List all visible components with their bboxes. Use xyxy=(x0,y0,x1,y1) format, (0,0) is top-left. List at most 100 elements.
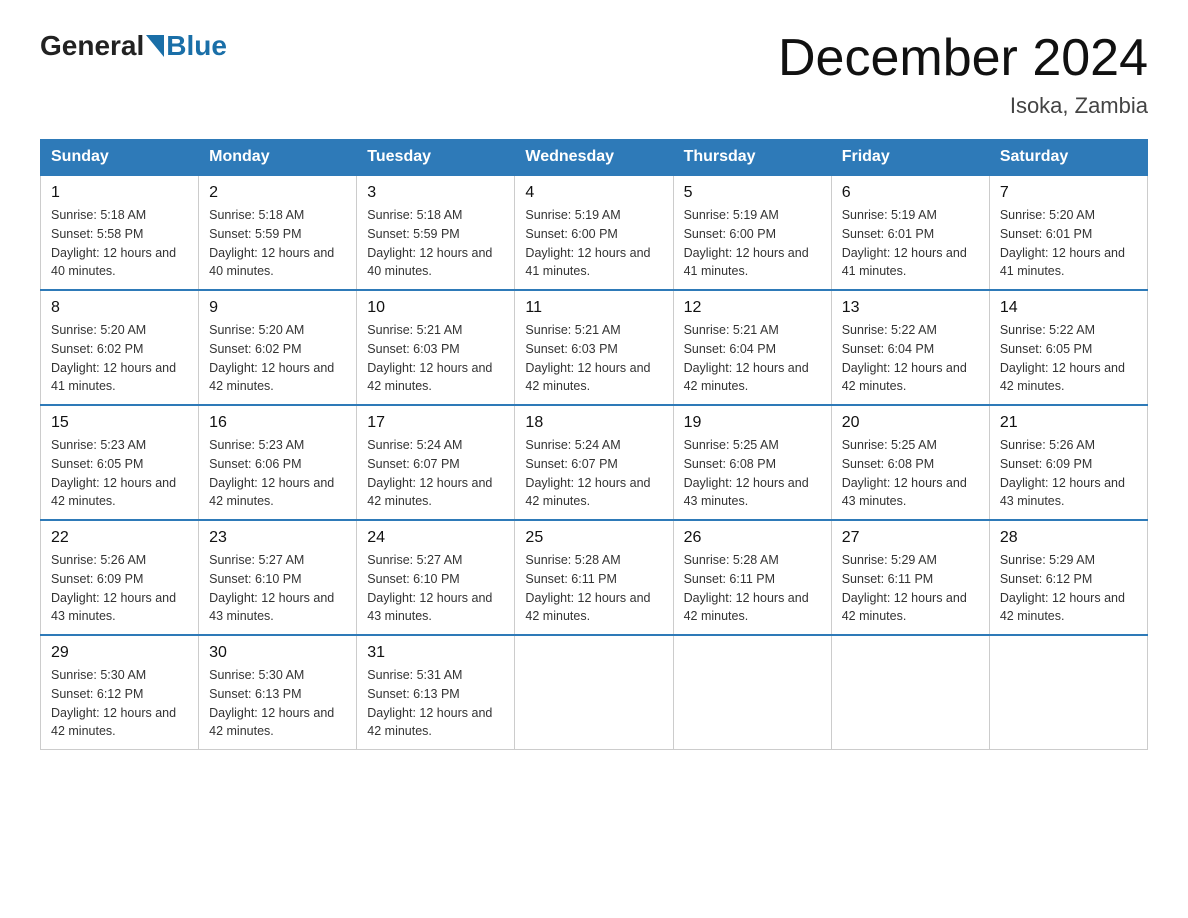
day-info: Sunrise: 5:18 AM Sunset: 5:59 PM Dayligh… xyxy=(209,206,346,281)
calendar-table: Sunday Monday Tuesday Wednesday Thursday… xyxy=(40,139,1148,750)
week-row-1: 1 Sunrise: 5:18 AM Sunset: 5:58 PM Dayli… xyxy=(41,175,1148,290)
calendar-cell: 20 Sunrise: 5:25 AM Sunset: 6:08 PM Dayl… xyxy=(831,405,989,520)
calendar-cell: 25 Sunrise: 5:28 AM Sunset: 6:11 PM Dayl… xyxy=(515,520,673,635)
day-number: 9 xyxy=(209,299,346,317)
calendar-cell: 28 Sunrise: 5:29 AM Sunset: 6:12 PM Dayl… xyxy=(989,520,1147,635)
day-info: Sunrise: 5:29 AM Sunset: 6:11 PM Dayligh… xyxy=(842,551,979,626)
day-number: 23 xyxy=(209,529,346,547)
day-number: 5 xyxy=(684,184,821,202)
day-info: Sunrise: 5:24 AM Sunset: 6:07 PM Dayligh… xyxy=(525,436,662,511)
calendar-cell: 17 Sunrise: 5:24 AM Sunset: 6:07 PM Dayl… xyxy=(357,405,515,520)
day-info: Sunrise: 5:20 AM Sunset: 6:02 PM Dayligh… xyxy=(209,321,346,396)
day-info: Sunrise: 5:26 AM Sunset: 6:09 PM Dayligh… xyxy=(51,551,188,626)
col-saturday: Saturday xyxy=(989,140,1147,176)
calendar-header-row: Sunday Monday Tuesday Wednesday Thursday… xyxy=(41,140,1148,176)
logo-blue-text: Blue xyxy=(166,30,227,62)
calendar-cell: 5 Sunrise: 5:19 AM Sunset: 6:00 PM Dayli… xyxy=(673,175,831,290)
calendar-cell: 8 Sunrise: 5:20 AM Sunset: 6:02 PM Dayli… xyxy=(41,290,199,405)
week-row-3: 15 Sunrise: 5:23 AM Sunset: 6:05 PM Dayl… xyxy=(41,405,1148,520)
calendar-cell: 23 Sunrise: 5:27 AM Sunset: 6:10 PM Dayl… xyxy=(199,520,357,635)
day-info: Sunrise: 5:19 AM Sunset: 6:01 PM Dayligh… xyxy=(842,206,979,281)
calendar-cell: 11 Sunrise: 5:21 AM Sunset: 6:03 PM Dayl… xyxy=(515,290,673,405)
day-info: Sunrise: 5:27 AM Sunset: 6:10 PM Dayligh… xyxy=(209,551,346,626)
week-row-5: 29 Sunrise: 5:30 AM Sunset: 6:12 PM Dayl… xyxy=(41,635,1148,750)
logo-general-text: General xyxy=(40,30,144,62)
calendar-cell: 7 Sunrise: 5:20 AM Sunset: 6:01 PM Dayli… xyxy=(989,175,1147,290)
calendar-cell: 14 Sunrise: 5:22 AM Sunset: 6:05 PM Dayl… xyxy=(989,290,1147,405)
calendar-cell: 18 Sunrise: 5:24 AM Sunset: 6:07 PM Dayl… xyxy=(515,405,673,520)
day-number: 16 xyxy=(209,414,346,432)
day-info: Sunrise: 5:29 AM Sunset: 6:12 PM Dayligh… xyxy=(1000,551,1137,626)
day-info: Sunrise: 5:26 AM Sunset: 6:09 PM Dayligh… xyxy=(1000,436,1137,511)
calendar-cell: 26 Sunrise: 5:28 AM Sunset: 6:11 PM Dayl… xyxy=(673,520,831,635)
calendar-cell: 10 Sunrise: 5:21 AM Sunset: 6:03 PM Dayl… xyxy=(357,290,515,405)
calendar-cell: 2 Sunrise: 5:18 AM Sunset: 5:59 PM Dayli… xyxy=(199,175,357,290)
col-sunday: Sunday xyxy=(41,140,199,176)
day-number: 19 xyxy=(684,414,821,432)
day-number: 1 xyxy=(51,184,188,202)
calendar-cell: 6 Sunrise: 5:19 AM Sunset: 6:01 PM Dayli… xyxy=(831,175,989,290)
day-number: 2 xyxy=(209,184,346,202)
day-number: 25 xyxy=(525,529,662,547)
day-info: Sunrise: 5:20 AM Sunset: 6:02 PM Dayligh… xyxy=(51,321,188,396)
col-tuesday: Tuesday xyxy=(357,140,515,176)
calendar-cell: 15 Sunrise: 5:23 AM Sunset: 6:05 PM Dayl… xyxy=(41,405,199,520)
day-info: Sunrise: 5:30 AM Sunset: 6:12 PM Dayligh… xyxy=(51,666,188,741)
calendar-cell: 24 Sunrise: 5:27 AM Sunset: 6:10 PM Dayl… xyxy=(357,520,515,635)
day-number: 18 xyxy=(525,414,662,432)
day-number: 6 xyxy=(842,184,979,202)
col-wednesday: Wednesday xyxy=(515,140,673,176)
week-row-4: 22 Sunrise: 5:26 AM Sunset: 6:09 PM Dayl… xyxy=(41,520,1148,635)
day-number: 17 xyxy=(367,414,504,432)
col-friday: Friday xyxy=(831,140,989,176)
day-info: Sunrise: 5:21 AM Sunset: 6:03 PM Dayligh… xyxy=(367,321,504,396)
logo-triangle-icon xyxy=(146,35,164,57)
day-number: 4 xyxy=(525,184,662,202)
calendar-cell: 4 Sunrise: 5:19 AM Sunset: 6:00 PM Dayli… xyxy=(515,175,673,290)
page-header: General Blue December 2024 Isoka, Zambia xyxy=(40,30,1148,119)
day-info: Sunrise: 5:22 AM Sunset: 6:05 PM Dayligh… xyxy=(1000,321,1137,396)
calendar-cell xyxy=(831,635,989,750)
day-info: Sunrise: 5:28 AM Sunset: 6:11 PM Dayligh… xyxy=(684,551,821,626)
day-info: Sunrise: 5:27 AM Sunset: 6:10 PM Dayligh… xyxy=(367,551,504,626)
day-number: 22 xyxy=(51,529,188,547)
month-title: December 2024 xyxy=(778,30,1148,87)
calendar-cell xyxy=(673,635,831,750)
day-info: Sunrise: 5:28 AM Sunset: 6:11 PM Dayligh… xyxy=(525,551,662,626)
calendar-cell: 9 Sunrise: 5:20 AM Sunset: 6:02 PM Dayli… xyxy=(199,290,357,405)
day-info: Sunrise: 5:24 AM Sunset: 6:07 PM Dayligh… xyxy=(367,436,504,511)
day-number: 20 xyxy=(842,414,979,432)
day-number: 29 xyxy=(51,644,188,662)
calendar-cell: 21 Sunrise: 5:26 AM Sunset: 6:09 PM Dayl… xyxy=(989,405,1147,520)
calendar-cell: 3 Sunrise: 5:18 AM Sunset: 5:59 PM Dayli… xyxy=(357,175,515,290)
calendar-cell: 31 Sunrise: 5:31 AM Sunset: 6:13 PM Dayl… xyxy=(357,635,515,750)
calendar-cell: 12 Sunrise: 5:21 AM Sunset: 6:04 PM Dayl… xyxy=(673,290,831,405)
calendar-cell: 13 Sunrise: 5:22 AM Sunset: 6:04 PM Dayl… xyxy=(831,290,989,405)
title-area: December 2024 Isoka, Zambia xyxy=(778,30,1148,119)
calendar-cell: 19 Sunrise: 5:25 AM Sunset: 6:08 PM Dayl… xyxy=(673,405,831,520)
day-info: Sunrise: 5:21 AM Sunset: 6:04 PM Dayligh… xyxy=(684,321,821,396)
day-number: 10 xyxy=(367,299,504,317)
day-info: Sunrise: 5:19 AM Sunset: 6:00 PM Dayligh… xyxy=(684,206,821,281)
day-number: 27 xyxy=(842,529,979,547)
day-number: 14 xyxy=(1000,299,1137,317)
day-number: 26 xyxy=(684,529,821,547)
calendar-cell: 30 Sunrise: 5:30 AM Sunset: 6:13 PM Dayl… xyxy=(199,635,357,750)
week-row-2: 8 Sunrise: 5:20 AM Sunset: 6:02 PM Dayli… xyxy=(41,290,1148,405)
day-info: Sunrise: 5:23 AM Sunset: 6:05 PM Dayligh… xyxy=(51,436,188,511)
day-info: Sunrise: 5:30 AM Sunset: 6:13 PM Dayligh… xyxy=(209,666,346,741)
day-info: Sunrise: 5:25 AM Sunset: 6:08 PM Dayligh… xyxy=(842,436,979,511)
calendar-cell xyxy=(989,635,1147,750)
calendar-cell: 16 Sunrise: 5:23 AM Sunset: 6:06 PM Dayl… xyxy=(199,405,357,520)
day-number: 13 xyxy=(842,299,979,317)
day-info: Sunrise: 5:18 AM Sunset: 5:58 PM Dayligh… xyxy=(51,206,188,281)
day-number: 30 xyxy=(209,644,346,662)
day-number: 3 xyxy=(367,184,504,202)
col-thursday: Thursday xyxy=(673,140,831,176)
day-number: 24 xyxy=(367,529,504,547)
calendar-cell: 27 Sunrise: 5:29 AM Sunset: 6:11 PM Dayl… xyxy=(831,520,989,635)
calendar-cell: 22 Sunrise: 5:26 AM Sunset: 6:09 PM Dayl… xyxy=(41,520,199,635)
calendar-cell xyxy=(515,635,673,750)
day-number: 11 xyxy=(525,299,662,317)
day-info: Sunrise: 5:20 AM Sunset: 6:01 PM Dayligh… xyxy=(1000,206,1137,281)
